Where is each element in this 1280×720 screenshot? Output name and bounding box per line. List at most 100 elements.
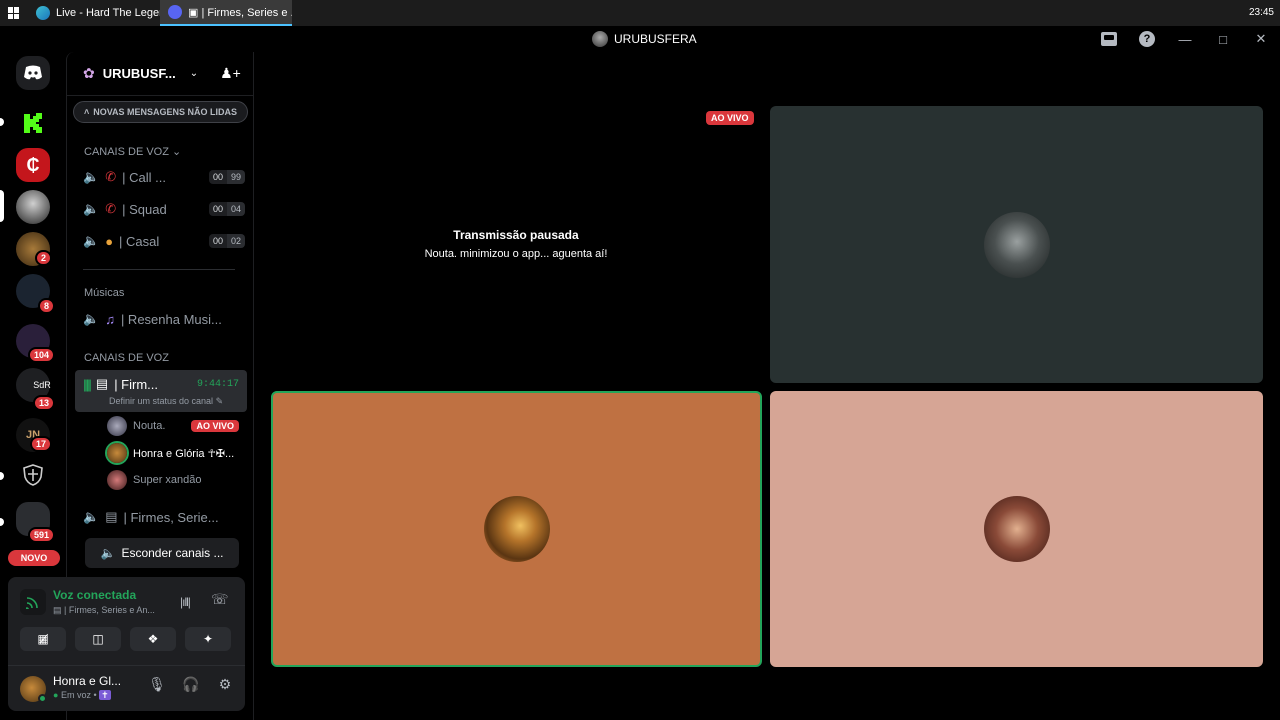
activities-button[interactable]: ❖ — [130, 627, 176, 651]
phone-icon: ✆ — [105, 169, 117, 184]
server-shield[interactable] — [16, 458, 50, 492]
stream-paused-message: Nouta. minimizou o app... aguenta aí! — [424, 248, 608, 260]
server-kick[interactable] — [16, 106, 50, 140]
window-title: URUBUSFERA — [592, 31, 697, 47]
disconnect-icon[interactable]: ☏ — [211, 591, 229, 608]
server-header[interactable]: ✿ URUBUSF... ⌄ ♟+ — [67, 52, 253, 96]
voice-member-xandao[interactable]: Super xandão — [107, 469, 239, 491]
user-controls: 🎙 🎧 ⚙ — [145, 676, 237, 693]
stream-tile-paused[interactable]: Transmissão pausada Nouta. minimizou o a… — [270, 105, 762, 383]
maximize-button[interactable]: □ — [1204, 26, 1242, 52]
member-name: Nouta. — [133, 420, 166, 432]
windows-start-button[interactable] — [0, 0, 28, 26]
live-badge: AO VIVO — [191, 420, 239, 432]
category-voice-channels[interactable]: CANAIS DE VOZ ⌄ — [84, 145, 181, 158]
soundboard-button[interactable]: ✦ — [185, 627, 231, 651]
server-avatar-icon — [592, 31, 608, 47]
voice-channel-firmes-row[interactable]: ||||| ▤ | Firm... 9:44:17 — [75, 370, 245, 398]
help-button[interactable]: ? — [1128, 26, 1166, 52]
voice-member-honra[interactable]: Honra e Glória ☥✠... — [107, 442, 239, 464]
participant-avatar — [983, 211, 1050, 278]
voice-connected-label[interactable]: Voz conectada — [53, 588, 136, 602]
direct-messages-button[interactable] — [16, 56, 50, 90]
speaker-icon: 🔈 — [100, 546, 116, 560]
hide-channels-button[interactable]: 🔈 Esconder canais ... — [85, 538, 239, 568]
user-limit-counter: 00 02 — [208, 234, 245, 248]
taskbar-item-label: Live - Hard The Legen... — [56, 7, 160, 19]
new-unread-messages-bar[interactable]: ˄ NOVAS MENSAGENS NÃO LIDAS — [73, 101, 248, 123]
taskbar-item-browser[interactable]: Live - Hard The Legen... — [28, 0, 160, 26]
chevron-down-icon: ⌄ — [172, 146, 182, 158]
close-icon: ✕ — [1255, 31, 1267, 46]
pencil-icon: ✎ — [215, 396, 224, 406]
voice-connection-panel: Voz conectada ▤ | Firmes, Series e An...… — [8, 577, 245, 711]
voice-timer: 9:44:17 — [196, 378, 239, 390]
system-clock[interactable]: 23:45 — [1249, 7, 1274, 18]
voice-channel-squad[interactable]: 🔈 ✆ | Squad 00 04 — [75, 195, 245, 223]
speaker-icon: 🔈 — [83, 201, 100, 216]
live-badge: AO VIVO — [706, 111, 754, 125]
camera-off-button[interactable]: ▦̸ — [20, 627, 66, 651]
gear-icon[interactable]: ⚙ — [213, 676, 237, 693]
participant-avatar — [483, 496, 550, 562]
mention-badge: 591 — [28, 527, 56, 543]
camera-off-icon: ▦̸ — [37, 632, 49, 646]
member-name: Super xandão — [133, 474, 202, 486]
close-button[interactable]: ✕ — [1242, 26, 1280, 52]
mention-badge: 8 — [38, 298, 56, 314]
voice-channel-name: | Firmes, Series e An... — [64, 605, 155, 615]
share-screen-button[interactable]: ◫ — [75, 627, 121, 651]
participant-tile-nouta[interactable] — [770, 106, 1263, 383]
minimize-button[interactable]: — — [1166, 26, 1204, 52]
voice-actions: ▦̸ ◫ ❖ ✦ — [20, 627, 231, 651]
avatar — [107, 470, 127, 490]
chevron-down-icon: ⌄ — [189, 68, 199, 79]
phone-icon: ✆ — [105, 201, 117, 216]
participant-avatar — [983, 496, 1050, 562]
noise-suppression-icon[interactable]: |ıll| — [180, 595, 191, 609]
channel-name: | Resenha Musi... — [120, 311, 222, 327]
voice-stage: Transmissão pausada Nouta. minimizou o a… — [254, 52, 1280, 720]
mention-badge: 13 — [33, 395, 56, 411]
invite-people-icon[interactable]: ♟+ — [220, 65, 241, 82]
channel-name: | Squad — [122, 201, 167, 217]
category-musicas[interactable]: Músicas — [84, 287, 124, 299]
inbox-icon — [1101, 32, 1117, 46]
user-limit-counter: 00 99 — [208, 170, 245, 184]
discord-logo-icon — [24, 65, 42, 80]
headphones-icon[interactable]: 🎧 — [179, 676, 203, 693]
server-name: URUBUSF... — [102, 66, 176, 81]
taskbar-item-discord[interactable]: ▣ | Firmes, Series e ... — [160, 0, 292, 26]
window-title-text: URUBUSFERA — [614, 32, 697, 46]
hide-channels-label: Esconder canais ... — [121, 546, 224, 560]
voice-channel-call[interactable]: 🔈 ✆ | Call ... 00 99 — [75, 163, 245, 191]
user-limit: 99 — [226, 170, 245, 184]
user-status: ● Em voz • ✝ — [53, 690, 111, 701]
voice-channel-label[interactable]: ▤ | Firmes, Series e An... — [53, 605, 155, 616]
microphone-icon[interactable]: 🎙 — [145, 676, 169, 693]
server-urubusfera[interactable] — [16, 190, 50, 224]
kick-logo-icon — [24, 113, 42, 133]
connection-signal-icon — [26, 597, 38, 609]
activities-icon: ❖ — [147, 632, 159, 646]
user-status-label: Em voz • — [60, 690, 97, 700]
server-red[interactable]: ₵ — [16, 148, 50, 182]
minimize-icon: — — [1178, 31, 1192, 47]
cross-icon: ✝ — [99, 690, 111, 700]
inbox-button[interactable] — [1090, 26, 1128, 52]
help-icon: ? — [1139, 31, 1155, 47]
unread-indicator — [0, 518, 4, 526]
mention-badge: 104 — [28, 347, 56, 363]
signal-icon[interactable] — [20, 589, 46, 615]
participant-tile-xandao[interactable] — [770, 391, 1263, 667]
set-channel-status[interactable]: Definir um status do canal ✎ — [109, 396, 223, 407]
username[interactable]: Honra e Gl... — [53, 674, 121, 688]
voice-channel-firmes-series[interactable]: 🔈 ▤ | Firmes, Serie... — [75, 503, 245, 531]
participant-tile-honra[interactable] — [271, 391, 762, 667]
category-voice-channels-2[interactable]: CANAIS DE VOZ — [84, 352, 169, 364]
voice-member-nouta[interactable]: Nouta. AO VIVO — [107, 415, 239, 437]
voice-channel-casal[interactable]: 🔈 ● | Casal 00 02 — [75, 227, 245, 255]
voice-channel-resenha-musical[interactable]: 🔈 ♫ | Resenha Musi... — [75, 305, 245, 333]
discord-icon — [168, 5, 182, 19]
film-icon: ▤ — [105, 509, 118, 524]
